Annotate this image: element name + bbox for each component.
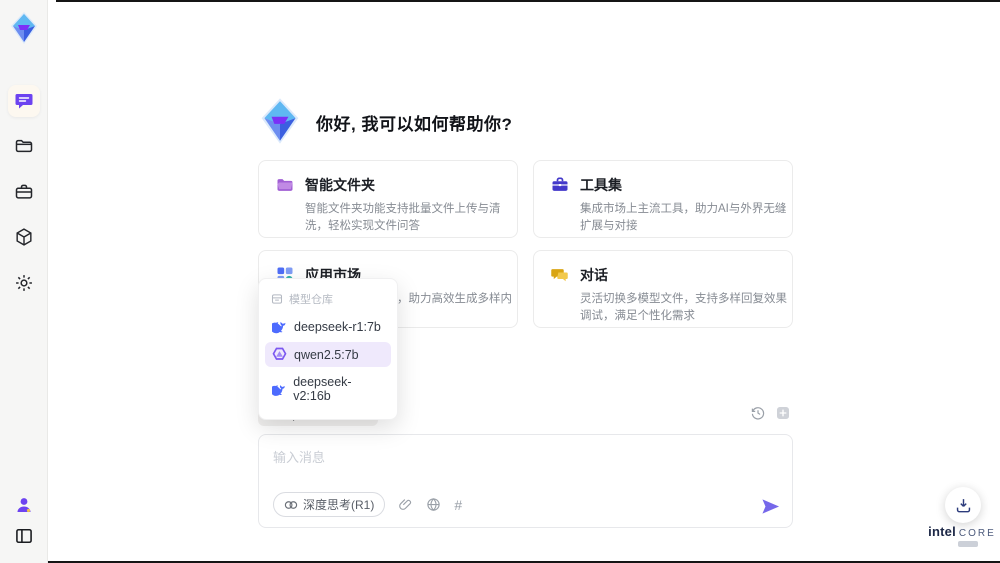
folder-icon [15,139,32,153]
deepthink-toggle[interactable]: 深度思考(R1) [273,492,386,517]
repository-label: 模型仓库 [289,294,333,306]
sidebar-item-panel-toggle[interactable] [8,520,40,552]
new-chat-icon [777,407,789,419]
card-title: 工具集 [580,177,622,193]
deepthink-label: 深度思考(R1) [303,498,375,512]
user-icon [17,498,30,513]
card-title: 智能文件夹 [305,177,375,193]
app-logo-icon [4,8,44,48]
deepseek-icon [272,384,285,396]
send-button[interactable] [761,498,780,515]
intel-core-badge: intel core [922,524,1000,547]
sidebar-item-account[interactable] [8,489,40,521]
model-option-label: deepseek-v2:16b [293,375,352,403]
deepseek-icon [272,321,286,334]
download-button[interactable] [945,487,981,523]
card-dialog[interactable]: 对话 灵活切换多模型文件，支持多样回复效果调试，满足个性化需求 [533,250,793,328]
message-input-placeholder: 输入消息 [273,450,326,465]
sidebar-item-apps[interactable] [8,221,40,253]
model-option-qwen[interactable]: qwen2.5:7b [265,342,391,367]
message-input[interactable]: 输入消息 深度思考(R1) # [258,434,793,528]
model-option-deepseek-r1[interactable]: deepseek-r1:7b [265,314,391,339]
model-dropdown-header: 模型仓库 [259,285,397,311]
window-top-edge [56,0,1000,2]
web-search-button[interactable] [426,497,441,512]
paperclip-icon [399,499,412,510]
qwen-icon [272,347,287,360]
sidebar-item-folders[interactable] [8,130,40,162]
globe-icon [427,498,441,511]
briefcase-icon [15,184,32,199]
intel-wordmark: intel [928,524,956,539]
cube-icon [15,228,32,246]
repository-icon [271,294,283,304]
sidebar [0,0,48,563]
dialog-icon [551,269,568,282]
model-option-label: deepseek-r1:7b [294,319,381,334]
history-button[interactable] [750,405,766,421]
send-icon [762,499,780,514]
sidebar-item-settings[interactable] [8,267,40,299]
card-description: 智能文件夹功能支持批量文件上传与清洗，轻松实现文件问答 [305,203,501,233]
card-toolset[interactable]: 工具集 集成市场上主流工具，助力AI与外界无缝扩展与对接 [533,160,793,238]
model-dropdown: 模型仓库 deepseek-r1:7b qwen2.5:7b deepseek-… [258,278,398,420]
attach-button[interactable] [398,497,413,512]
greeting-logo-icon [256,97,304,145]
core-wordmark: core [958,528,996,539]
card-description: 集成市场上主流工具，助力AI与外界无缝扩展与对接 [580,203,787,233]
card-description: 灵活切换多模型文件，支持多样回复效果调试，满足个性化需求 [580,293,787,323]
smart-folder-icon [277,179,293,191]
toolset-icon [552,177,568,191]
panel-icon [15,528,32,544]
deepthink-icon [284,500,298,509]
conversation-tools [750,405,791,421]
sidebar-item-chat[interactable] [7,85,40,117]
card-smart-folders[interactable]: 智能文件夹 智能文件夹功能支持批量文件上传与清洗，轻松实现文件问答 [258,160,518,238]
history-icon [751,407,765,420]
prompt-command-button[interactable]: # [454,497,462,513]
new-chat-button[interactable] [775,405,791,421]
model-option-label: qwen2.5:7b [294,347,359,362]
composer-toolbar: 深度思考(R1) # [273,492,462,517]
download-icon [956,498,970,512]
chat-icon [15,94,32,109]
intel-tier-badge [958,541,978,547]
sidebar-item-toolbox[interactable] [8,176,40,208]
model-option-deepseek-v2[interactable]: deepseek-v2:16b [265,370,391,408]
gear-icon [15,275,32,291]
greeting-text: 你好, 我可以如何帮助你? [316,115,513,134]
card-title: 对话 [580,267,608,283]
